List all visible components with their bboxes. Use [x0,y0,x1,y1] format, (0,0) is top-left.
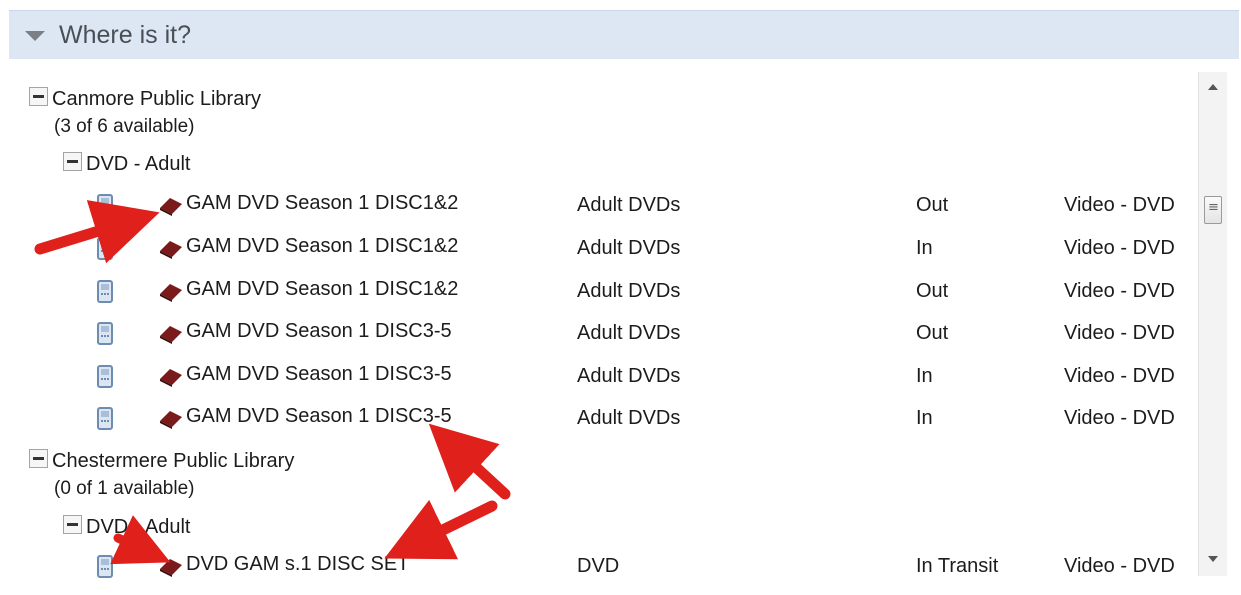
item-format: Video - DVD [1064,237,1175,259]
item-status: Out [916,322,949,344]
call-number: GAM DVD Season 1 DISC1&2 [186,278,459,300]
item-row[interactable]: GAM DVD Season 1 DISC3-5 Adult DVDs In V… [0,363,1200,405]
collapse-collection-1-icon[interactable] [63,152,82,171]
item-status: Out [916,194,949,216]
library-availability: (0 of 1 available) [54,478,195,499]
item-status: In Transit [916,555,999,577]
book-icon [160,369,182,387]
item-row[interactable]: GAM DVD Season 1 DISC1&2 Adult DVDs Out … [0,278,1200,320]
collapse-library-2-icon[interactable] [29,449,48,468]
item-format: Video - DVD [1064,322,1175,344]
item-collection: Adult DVDs [577,237,681,259]
phone-icon [97,194,113,217]
item-row[interactable]: DVD GAM s.1 DISC SET DVD In Transit Vide… [0,553,1200,595]
call-number: GAM DVD Season 1 DISC1&2 [186,192,459,214]
scroll-up-icon[interactable] [1208,84,1218,90]
item-collection: Adult DVDs [577,322,681,344]
scroll-thumb[interactable] [1204,196,1222,224]
item-row[interactable]: GAM DVD Season 1 DISC1&2 Adult DVDs Out … [0,192,1200,234]
item-format: Video - DVD [1064,194,1175,216]
item-row[interactable]: GAM DVD Season 1 DISC1&2 Adult DVDs In V… [0,235,1200,277]
item-status: In [916,365,933,387]
item-format: Video - DVD [1064,280,1175,302]
scroll-down-icon[interactable] [1208,556,1218,562]
book-icon [160,326,182,344]
collection-name: DVD - Adult [86,153,191,175]
item-status: In [916,237,933,259]
item-format: Video - DVD [1064,365,1175,387]
phone-icon [97,365,113,388]
item-row[interactable]: GAM DVD Season 1 DISC3-5 Adult DVDs In V… [0,405,1200,447]
book-icon [160,198,182,216]
item-collection: Adult DVDs [577,194,681,216]
call-number: DVD GAM s.1 DISC SET [186,553,410,575]
phone-icon [97,555,113,578]
item-format: Video - DVD [1064,555,1175,577]
item-row[interactable]: GAM DVD Season 1 DISC3-5 Adult DVDs Out … [0,320,1200,362]
phone-icon [97,280,113,303]
library-name: Canmore Public Library [52,88,261,110]
call-number: GAM DVD Season 1 DISC3-5 [186,363,452,385]
collapse-library-1-icon[interactable] [29,87,48,106]
book-icon [160,284,182,302]
item-collection: DVD [577,555,620,577]
holdings-tree: Canmore Public Library (3 of 6 available… [0,0,1241,578]
book-icon [160,411,182,429]
book-icon [160,241,182,259]
item-collection: Adult DVDs [577,280,681,302]
phone-icon [97,407,113,430]
item-format: Video - DVD [1064,407,1175,429]
item-collection: Adult DVDs [577,365,681,387]
collapse-collection-2-icon[interactable] [63,515,82,534]
call-number: GAM DVD Season 1 DISC1&2 [186,235,459,257]
library-availability: (3 of 6 available) [54,116,195,137]
book-icon [160,559,182,577]
call-number: GAM DVD Season 1 DISC3-5 [186,320,452,342]
item-collection: Adult DVDs [577,407,681,429]
item-status: In [916,407,933,429]
item-status: Out [916,280,949,302]
phone-icon [97,237,113,260]
library-name: Chestermere Public Library [52,450,295,472]
phone-icon [97,322,113,345]
call-number: GAM DVD Season 1 DISC3-5 [186,405,452,427]
collection-name: DVD - Adult [86,516,191,538]
vertical-scrollbar[interactable] [1198,72,1227,576]
